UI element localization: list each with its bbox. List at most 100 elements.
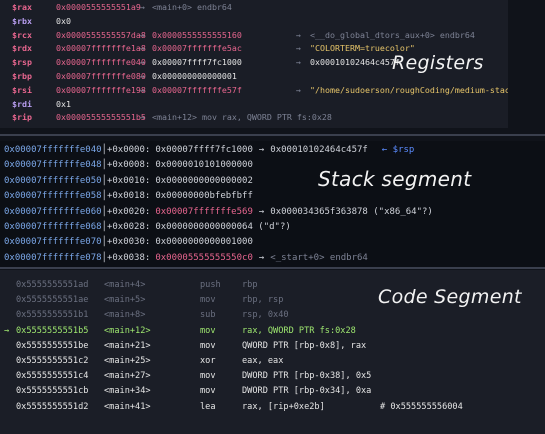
instruction-address: 0x5555555551cb <box>16 386 89 397</box>
stack-row: 0x00007fffffffe050│+0x0010: 0x00000000000… <box>4 176 253 191</box>
stack-address: 0x00007fffffffe070 <box>4 237 102 248</box>
instruction-operands: rsp, 0x40 <box>242 310 289 321</box>
stack-row: 0x00007fffffffe070│+0x0030: 0x00000000000… <box>4 237 253 252</box>
instruction-operands: DWORD PTR [rbp-0x38], 0x5 <box>242 371 372 382</box>
register-deref2: <__do_global_dtors_aux+0> endbr64 <box>310 29 475 40</box>
register-name: $rip <box>12 112 32 123</box>
stack-value: 0x00007ffff7fc1000 <box>155 145 253 155</box>
register-value: 0x0000555555551a9 <box>56 2 141 12</box>
instruction-mnemonic: mov <box>200 295 216 306</box>
instruction-mnemonic: mov <box>200 325 216 336</box>
arrow-icon: → <box>296 43 301 54</box>
stack-panel: 0x00007fffffffe040│+0x0000: 0x00007ffff7f… <box>0 141 545 267</box>
instruction-symbol: <main+34> <box>104 386 151 397</box>
stack-address: 0x00007fffffffe068 <box>4 222 102 232</box>
stack-address: 0x00007fffffffe060 <box>4 206 102 217</box>
stack-value: 0x0000000000000002 <box>155 175 253 186</box>
instruction-address: 0x5555555551b1 <box>16 310 89 321</box>
instruction-address: 0x5555555551be <box>16 340 89 351</box>
instruction-symbol: <main+25> <box>104 356 151 366</box>
register-deref: 0x000000000000001 <box>152 71 237 81</box>
register-value: 0x00007fffffffe1a8 <box>56 43 146 54</box>
arrow-icon: → <box>258 206 265 217</box>
stack-value: 0x00005555555550c0 <box>155 252 253 263</box>
register-name: $rax <box>12 2 32 12</box>
stack-row: 0x00007fffffffe078│+0x0038: 0x00005555555… <box>4 253 368 267</box>
register-deref: 0x00007ffff7fc1000 <box>152 57 242 68</box>
stack-value: 0x00007fffffffe569 <box>155 206 253 217</box>
instruction-symbol: <main+27> <box>104 371 151 382</box>
instruction-row: 0x5555555551be <main+21> mov QWORD PTR [rbp… <box>0 341 545 355</box>
register-row: $rcx 0x0000555555557da8 → 0x000055555555516… <box>0 28 508 42</box>
register-deref2: "/home/sudoerson/roughCoding/medium-stac… <box>310 84 508 95</box>
stack-offset: +0x0008: <box>106 160 151 171</box>
stack-deref: <_start+0> endbr64 <box>270 252 368 263</box>
instruction-address: 0x5555555551ae <box>16 295 89 306</box>
stack-offset: +0x0018: <box>106 191 151 202</box>
instruction-mnemonic: lea <box>200 401 216 412</box>
instruction-operands: rax, QWORD PTR fs:0x28 <box>242 325 356 336</box>
arrow-icon: → <box>258 252 265 263</box>
instruction-mnemonic: mov <box>200 386 216 397</box>
instruction-operands: eax, eax <box>242 356 284 366</box>
instruction-row: 0x5555555551c2 <main+25> xor eax, eax <box>0 356 545 370</box>
instruction-mnemonic: mov <box>200 371 216 382</box>
register-row: $rip 0x00005555555551b5 → <main+12> mov rax… <box>0 110 508 124</box>
stack-offset: +0x0020: <box>106 206 151 217</box>
arrow-icon: → <box>140 2 145 12</box>
stack-deref: 0x000034365f363878 ("x86_64"?) <box>270 206 433 217</box>
stack-offset: +0x0010: <box>106 175 151 186</box>
register-deref: 0x00007fffffffe57f <box>152 84 242 95</box>
instruction-row: 0x5555555551cb <main+34> mov DWORD PTR [rbp… <box>0 386 545 400</box>
instruction-operands: DWORD PTR [rbp-0x34], 0xa <box>242 386 372 397</box>
instruction-symbol: <main+5> <box>104 295 146 306</box>
register-name: $rdx <box>12 43 32 54</box>
instruction-symbol: <main+21> <box>104 340 151 351</box>
stack-offset: +0x0000: <box>106 145 151 155</box>
divider <box>0 134 545 136</box>
stack-row: 0x00007fffffffe048│+0x0008: 0x00000101010… <box>4 160 253 175</box>
register-name: $rbx <box>12 15 32 26</box>
instruction-address: 0x5555555551ad <box>16 280 89 290</box>
arrow-icon: → <box>296 84 301 95</box>
instruction-symbol: <main+41> <box>104 401 151 412</box>
instruction-operands: rbp, rsp <box>242 295 284 306</box>
stack-address: 0x00007fffffffe078 <box>4 252 102 263</box>
arrow-icon: → <box>258 145 265 155</box>
register-value: 0x00007fffffffe080 <box>56 71 146 81</box>
arrow-icon: → <box>140 112 145 123</box>
register-deref: <main+0> endbr64 <box>152 2 232 12</box>
register-value: 0x00005555555551b5 <box>56 112 146 123</box>
registers-heading: Registers <box>392 52 484 74</box>
register-deref2: 0x00010102464c457f <box>310 57 400 68</box>
instruction-mnemonic: push <box>200 280 221 290</box>
stack-address: 0x00007fffffffe058 <box>4 191 102 202</box>
arrow-icon: → <box>140 43 145 54</box>
instruction-mnemonic: xor <box>200 356 216 366</box>
arrow-icon: → <box>140 29 145 40</box>
arrow-icon: → <box>140 84 145 95</box>
arrow-icon: → <box>296 57 301 68</box>
register-value: 0x00007fffffffe198 <box>56 84 146 95</box>
instruction-operands: rbp <box>242 280 258 290</box>
register-deref: 0x00007fffffffe5ac <box>152 43 242 54</box>
arrow-icon: → <box>296 29 301 40</box>
instruction-address: 0x5555555551b5 <box>16 325 89 336</box>
instruction-address: 0x5555555551c4 <box>16 371 89 382</box>
stack-row: 0x00007fffffffe068│+0x0028: 0x00000000000… <box>4 222 291 237</box>
instruction-symbol: <main+8> <box>104 310 146 321</box>
stack-row: 0x00007fffffffe040│+0x0000: 0x00007ffff7f… <box>4 145 414 160</box>
register-value: 0x0000555555557da8 <box>56 29 146 40</box>
instruction-symbol: <main+12> <box>104 325 151 336</box>
stack-row: 0x00007fffffffe060│+0x0020: 0x00007ffffff… <box>4 207 433 222</box>
instruction-operands: QWORD PTR [rbp-0x8], rax <box>242 340 367 351</box>
instruction-operands: rax, [rip+0xe2b] <box>242 401 325 412</box>
current-instruction-arrow-icon: → <box>4 325 10 336</box>
stack-address: 0x00007fffffffe040 <box>4 145 102 155</box>
divider <box>0 267 545 269</box>
instruction-symbol: <main+4> <box>104 280 146 290</box>
register-value: 0x0 <box>56 15 71 26</box>
rsp-pointer-tag: ← $rsp <box>381 145 415 155</box>
register-row: $rax 0x0000555555551a9 → <main+0> endbr64 <box>0 0 508 14</box>
stack-value: 0x00000000bfebfbff <box>155 191 253 202</box>
